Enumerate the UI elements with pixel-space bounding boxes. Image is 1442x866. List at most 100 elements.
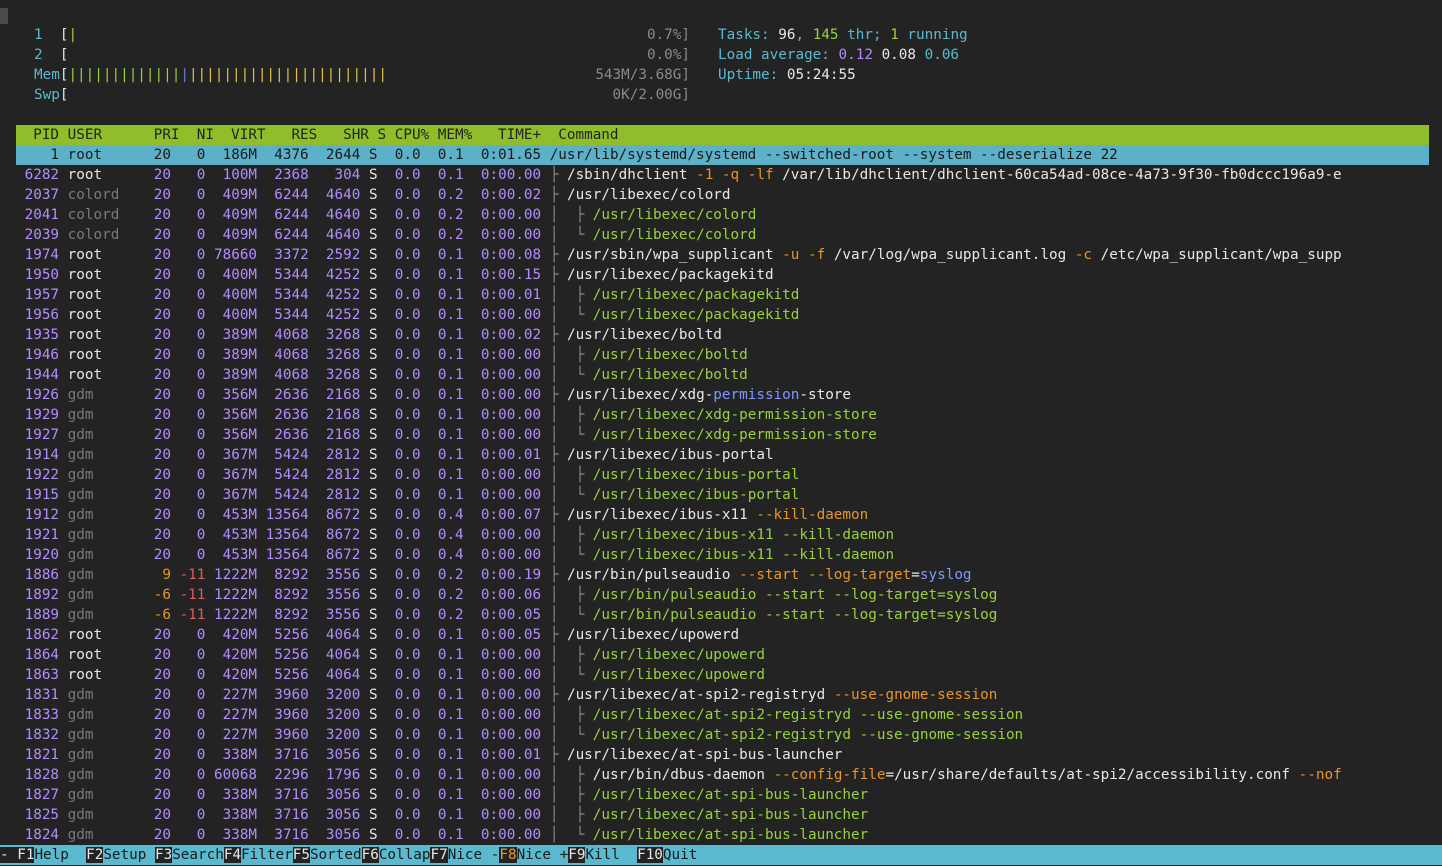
process-ni: 0 — [179, 527, 214, 543]
process-row[interactable]: 1950 root 20 0 400M 5344 4252 S 0.0 0.1 … — [16, 265, 1429, 285]
process-shr: 3056 — [317, 807, 369, 823]
fkey-f10[interactable]: F10 — [637, 847, 663, 863]
process-state: S — [368, 247, 387, 263]
process-command: /usr/libexec/at-spi-bus-launcher — [566, 747, 843, 763]
process-virt: 420M — [214, 627, 266, 643]
fkey-f2[interactable]: F2 — [86, 847, 104, 863]
process-ni: 0 — [179, 347, 214, 363]
process-virt: 338M — [214, 787, 266, 803]
process-command: /usr/bin/dbus-daemon — [592, 767, 774, 783]
fkey-label-f5[interactable]: Sorted — [310, 847, 362, 863]
process-res: 3960 — [265, 687, 318, 703]
process-cpu: 0.0 — [386, 387, 430, 403]
process-row[interactable]: 1892 gdm -6 -11 1222M 8292 3556 S 0.0 0.… — [16, 585, 1429, 605]
process-row[interactable]: 1929 gdm 20 0 356M 2636 2168 S 0.0 0.1 0… — [16, 405, 1429, 425]
process-row[interactable]: 1921 gdm 20 0 453M 13564 8672 S 0.0 0.4 … — [16, 525, 1429, 545]
process-row[interactable]: 1821 gdm 20 0 338M 3716 3056 S 0.0 0.1 0… — [16, 745, 1429, 765]
process-tree-branch: │ └ — [549, 367, 593, 383]
process-res: 3716 — [265, 827, 318, 843]
fkey-label-f3[interactable]: Search — [172, 847, 224, 863]
process-row[interactable]: 1956 root 20 0 400M 5344 4252 S 0.0 0.1 … — [16, 305, 1429, 325]
selected-process-row[interactable]: 1 root 20 0 186M 4376 2644 S 0.0 0.1 0:0… — [16, 145, 1429, 165]
process-row[interactable]: 1914 gdm 20 0 367M 5424 2812 S 0.0 0.1 0… — [16, 445, 1429, 465]
process-shr: 4064 — [317, 647, 369, 663]
process-user: gdm — [67, 607, 146, 623]
process-pri: 20 — [145, 687, 180, 703]
fkey-f1[interactable]: F1 — [17, 847, 35, 863]
fkey-label-f7[interactable]: Nice - — [448, 847, 500, 863]
process-row[interactable]: 1889 gdm -6 -11 1222M 8292 3556 S 0.0 0.… — [16, 605, 1429, 625]
process-user: gdm — [67, 807, 146, 823]
process-shr: 3556 — [317, 607, 369, 623]
process-pri: 20 — [145, 247, 180, 263]
fkey-f3[interactable]: F3 — [154, 847, 173, 863]
process-row[interactable]: 2041 colord 20 0 409M 6244 4640 S 0.0 0.… — [16, 205, 1429, 225]
process-row[interactable]: 1831 gdm 20 0 227M 3960 3200 S 0.0 0.1 0… — [16, 685, 1429, 705]
cpu2-value: 0.0%] — [646, 47, 690, 63]
fkey-f8[interactable]: F8 — [499, 847, 517, 863]
process-row[interactable]: 1825 gdm 20 0 338M 3716 3056 S 0.0 0.1 0… — [16, 805, 1429, 825]
process-row[interactable]: 1863 root 20 0 420M 5256 4064 S 0.0 0.1 … — [16, 665, 1429, 685]
fkey-label-f1[interactable]: Help — [34, 847, 86, 863]
process-row[interactable]: 1833 gdm 20 0 227M 3960 3200 S 0.0 0.1 0… — [16, 705, 1429, 725]
process-shr: 3056 — [317, 827, 369, 843]
process-row[interactable]: 1912 gdm 20 0 453M 13564 8672 S 0.0 0.4 … — [16, 505, 1429, 525]
fkey-f9[interactable]: F9 — [568, 847, 586, 863]
process-time: 0:00.00 — [472, 787, 550, 803]
process-user: gdm — [67, 767, 146, 783]
process-pid: 1946 — [16, 347, 68, 363]
process-virt: 453M — [214, 527, 266, 543]
fkey-label-f6[interactable]: Collap — [379, 847, 431, 863]
process-row[interactable]: 2037 colord 20 0 409M 6244 4640 S 0.0 0.… — [16, 185, 1429, 205]
process-row[interactable]: 1944 root 20 0 389M 4068 3268 S 0.0 0.1 … — [16, 365, 1429, 385]
process-pri: 20 — [145, 407, 180, 423]
fkey-f6[interactable]: F6 — [361, 847, 379, 863]
process-pri: 20 — [145, 447, 180, 463]
process-row[interactable]: 1935 root 20 0 389M 4068 3268 S 0.0 0.1 … — [16, 325, 1429, 345]
process-row[interactable]: 1828 gdm 20 0 60068 2296 1796 S 0.0 0.1 … — [16, 765, 1429, 785]
process-row[interactable]: 1862 root 20 0 420M 5256 4064 S 0.0 0.1 … — [16, 625, 1429, 645]
process-row[interactable]: 1946 root 20 0 389M 4068 3268 S 0.0 0.1 … — [16, 345, 1429, 365]
fkey-f5[interactable]: F5 — [292, 847, 310, 863]
process-pid: 2041 — [16, 207, 68, 223]
fkey-label-f4[interactable]: Filter — [241, 847, 293, 863]
process-tree-branch: │ └ — [549, 487, 593, 503]
process-row[interactable]: 1974 root 20 0 78660 3372 2592 S 0.0 0.1… — [16, 245, 1429, 265]
process-row[interactable]: 1957 root 20 0 400M 5344 4252 S 0.0 0.1 … — [16, 285, 1429, 305]
process-command: /usr/libexec/xdg-permission-store — [592, 407, 877, 423]
process-pri: 9 — [145, 567, 180, 583]
process-pri: -6 — [145, 607, 180, 623]
process-row[interactable]: 1886 gdm 9 -11 1222M 8292 3556 S 0.0 0.2… — [16, 565, 1429, 585]
process-tree-branch: ├ — [549, 687, 567, 703]
process-row[interactable]: 1922 gdm 20 0 367M 5424 2812 S 0.0 0.1 0… — [16, 465, 1429, 485]
process-row[interactable]: 1832 gdm 20 0 227M 3960 3200 S 0.0 0.1 0… — [16, 725, 1429, 745]
uptime: Uptime: 05:24:55 — [718, 67, 856, 83]
fkey-f7[interactable]: F7 — [430, 847, 448, 863]
process-user: gdm — [67, 707, 146, 723]
process-tree-branch: ├ — [549, 447, 567, 463]
process-shr: 8672 — [317, 507, 369, 523]
process-row[interactable]: 1920 gdm 20 0 453M 13564 8672 S 0.0 0.4 … — [16, 545, 1429, 565]
process-row[interactable]: 1827 gdm 20 0 338M 3716 3056 S 0.0 0.1 0… — [16, 785, 1429, 805]
process-cpu: 0.0 — [386, 727, 430, 743]
fkey-f4[interactable]: F4 — [223, 847, 242, 863]
process-row[interactable]: 1915 gdm 20 0 367M 5424 2812 S 0.0 0.1 0… — [16, 485, 1429, 505]
fkey-label-f2[interactable]: Setup — [103, 847, 155, 863]
process-row[interactable]: 1864 root 20 0 420M 5256 4064 S 0.0 0.1 … — [16, 645, 1429, 665]
process-row[interactable]: 1927 gdm 20 0 356M 2636 2168 S 0.0 0.1 0… — [16, 425, 1429, 445]
process-tree-branch: │ ├ — [549, 787, 593, 803]
process-time: 0:00.00 — [472, 487, 550, 503]
process-row[interactable]: 6282 root 20 0 100M 2368 304 S 0.0 0.1 0… — [16, 165, 1429, 185]
process-row[interactable]: 1926 gdm 20 0 356M 2636 2168 S 0.0 0.1 0… — [16, 385, 1429, 405]
process-tree-branch: ├ — [549, 247, 567, 263]
fkey-label-f8[interactable]: Nice + — [517, 847, 569, 863]
process-row[interactable]: 1824 gdm 20 0 338M 3716 3056 S 0.0 0.1 0… — [16, 825, 1429, 845]
process-pri: -6 — [145, 587, 180, 603]
process-table-header[interactable]: PID USER PRI NI VIRT RES SHR S CPU% MEM%… — [16, 125, 1429, 145]
fkey-label-f10[interactable]: Quit — [663, 847, 697, 863]
process-row[interactable]: 2039 colord 20 0 409M 6244 4640 S 0.0 0.… — [16, 225, 1429, 245]
fkey-label-f9[interactable]: Kill — [585, 847, 637, 863]
process-state: S — [368, 807, 387, 823]
process-command: /usr/libexec/ibus-portal — [566, 447, 774, 463]
process-ni: 0 — [179, 827, 214, 843]
